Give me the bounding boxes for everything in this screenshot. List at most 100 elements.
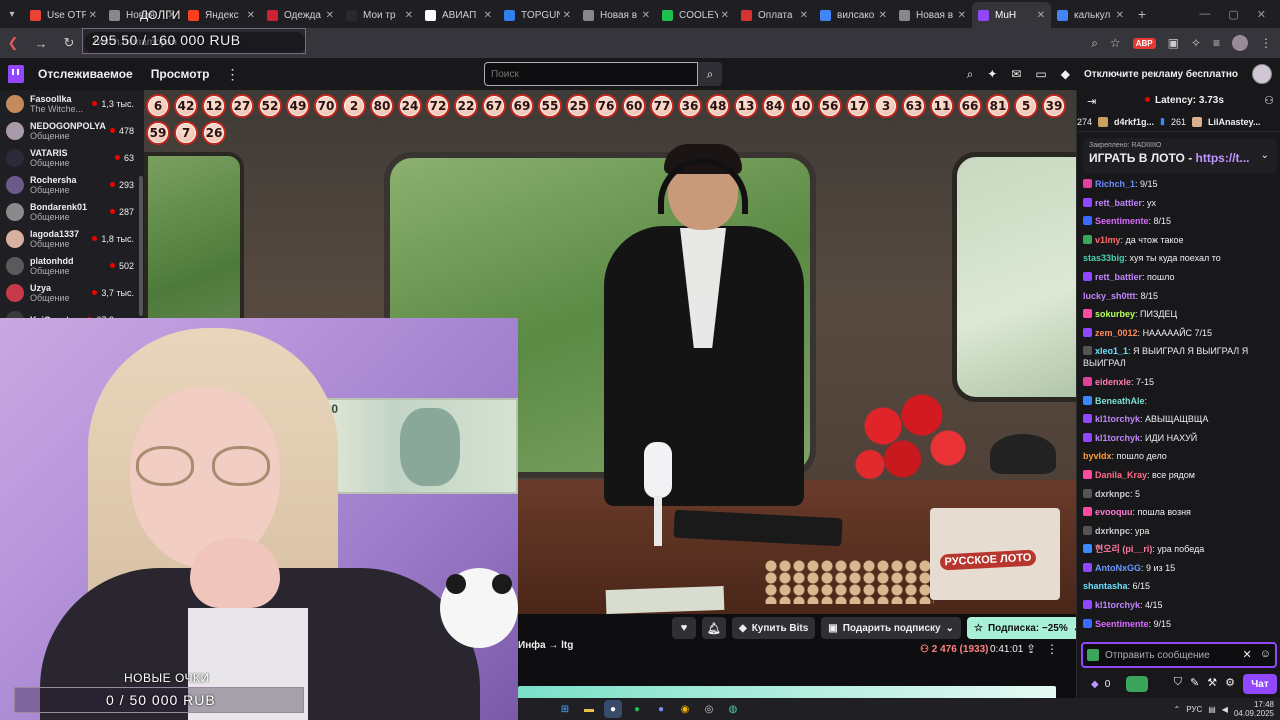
emote-off-icon[interactable]: ✕ — [1243, 648, 1252, 661]
lang-indicator[interactable]: РУС — [1186, 705, 1202, 714]
browser-tab[interactable]: вилсако ✕ — [814, 2, 893, 28]
close-tab-icon[interactable]: ✕ — [484, 10, 492, 21]
browser-tab[interactable]: Оплата ✕ — [735, 2, 814, 28]
twitch-logo-icon[interactable] — [8, 65, 24, 83]
chat-username[interactable]: Danila_Kray — [1095, 470, 1147, 480]
gear-icon[interactable]: ⚙ — [1225, 676, 1235, 689]
tab-search-icon[interactable]: ▾ — [0, 0, 24, 28]
chrome-icon[interactable]: ◉ — [676, 700, 694, 718]
chat-badge-icon[interactable] — [1083, 216, 1092, 226]
chat-badge-icon[interactable] — [1083, 525, 1092, 535]
browser-menu-icon[interactable]: ⋮ — [1260, 36, 1272, 50]
chat-message[interactable]: eidenxle: 7-15 — [1083, 376, 1277, 388]
sidebar-channel[interactable]: platonhdd Общение 502 — [0, 252, 144, 279]
chat-message[interactable]: AntoNxGG: 9 из 15 — [1083, 562, 1277, 574]
browser-tab[interactable]: калькул ✕ — [1051, 2, 1130, 28]
adblock-extension-icon[interactable]: ABP — [1132, 37, 1156, 49]
chat-badge-icon[interactable] — [1083, 600, 1092, 610]
chat-username[interactable]: byvldx — [1083, 451, 1112, 461]
chat-message[interactable]: Seentimente: 9/15 — [1083, 618, 1277, 630]
browser-tab[interactable]: Одежда ✕ — [261, 2, 340, 28]
chat-message[interactable]: Danila_Kray: все рядом — [1083, 469, 1277, 481]
close-tab-icon[interactable]: ✕ — [958, 10, 966, 21]
stream-title[interactable]: Инфа → ltg — [518, 640, 573, 651]
notifications-bell-icon[interactable]: 🔔︎ — [702, 617, 726, 639]
close-tab-icon[interactable]: ✕ — [879, 10, 887, 21]
browser-tab[interactable]: Новая в ✕ — [893, 2, 972, 28]
chat-input[interactable]: Отправить сообщение ✕ ☺ — [1081, 642, 1277, 668]
zoom-icon[interactable]: ⌕ — [1091, 36, 1098, 51]
browser-tab[interactable]: MuH ✕ — [972, 2, 1051, 28]
sidebar-channel[interactable]: NEDOGONPOLYA Общение 478 — [0, 117, 144, 144]
sidebar-channel[interactable]: VATARIS Общение 63 — [0, 144, 144, 171]
chat-badge-icon[interactable] — [1083, 376, 1092, 386]
gift-sub-button[interactable]: ▣ Подарить подписку ⌄ — [821, 617, 961, 639]
chat-badge-icon[interactable] — [1083, 395, 1092, 405]
chat-username[interactable]: kl1torchyk — [1095, 433, 1140, 443]
subscribe-button[interactable]: ☆Подписка: −25%⌄ — [966, 617, 1089, 639]
profile-avatar[interactable] — [1232, 35, 1248, 51]
file-explorer-icon[interactable]: ▬ — [580, 700, 598, 718]
chat-badge-icon[interactable] — [1083, 271, 1092, 281]
chat-badge-icon[interactable] — [1083, 327, 1092, 337]
close-tab-icon[interactable]: ✕ — [721, 10, 729, 21]
shield-icon[interactable]: ⛉ — [1174, 676, 1182, 689]
user-avatar[interactable] — [1252, 64, 1272, 84]
chat-username[interactable]: evooquu — [1095, 507, 1133, 517]
chat-message[interactable]: kl1torchyk: ИДИ НАХУЙ — [1083, 432, 1277, 444]
chat-badge-icon[interactable] — [1083, 469, 1092, 479]
pen-icon[interactable]: ✎ — [1190, 676, 1199, 689]
tray-chevron-icon[interactable]: ⌃ — [1174, 705, 1181, 714]
chat-badge-icon[interactable] — [1087, 649, 1099, 661]
chat-badge-icon[interactable] — [1083, 414, 1092, 424]
sidebar-channel[interactable]: Fasoollka The Witche... 1,3 тыс. — [0, 90, 144, 117]
chat-username[interactable]: lucky_sh0ttt — [1083, 291, 1136, 301]
chat-username[interactable]: eidenxle — [1095, 377, 1131, 387]
chat-username[interactable]: 현오리 (pi__ri) — [1095, 544, 1152, 554]
chat-badge-icon[interactable] — [1083, 346, 1092, 356]
browser-tab[interactable]: Новая в ✕ — [577, 2, 656, 28]
close-tab-icon[interactable]: ✕ — [89, 10, 97, 21]
browser-tab[interactable]: Яндекс ✕ — [182, 2, 261, 28]
whispers-icon[interactable]: ▭ — [1035, 67, 1046, 81]
nav-following[interactable]: Отслеживаемое — [38, 67, 133, 81]
chat-message[interactable]: dxrknpc: 5 — [1083, 488, 1277, 500]
chat-badge-icon[interactable] — [1083, 507, 1092, 517]
browser-tab[interactable]: АВИАП ✕ — [419, 2, 498, 28]
browser-tab[interactable]: COOLEY ✕ — [656, 2, 735, 28]
chat-message[interactable]: evooquu: пошла возня — [1083, 506, 1277, 518]
reading-list-icon[interactable]: ≡ — [1213, 36, 1220, 50]
chat-badge-icon[interactable] — [1083, 197, 1092, 207]
sidebar-channel[interactable]: Rochersha Общение 293 — [0, 171, 144, 198]
chat-send-button[interactable]: Чат — [1243, 674, 1277, 694]
discord-icon[interactable]: ● — [652, 700, 670, 718]
pinned-link[interactable]: https://t... — [1196, 151, 1250, 165]
close-tab-icon[interactable]: ✕ — [405, 10, 413, 21]
chat-message[interactable]: byvldx: пошло дело — [1083, 450, 1277, 462]
close-tab-icon[interactable]: ✕ — [326, 10, 334, 21]
chat-message[interactable]: lucky_sh0ttt: 8/15 — [1083, 290, 1277, 302]
minimize-icon[interactable]: — — [1199, 8, 1210, 20]
chat-message[interactable]: stas33big: хуя ты куда поехал то — [1083, 252, 1277, 264]
close-tab-icon[interactable]: ✕ — [563, 10, 571, 21]
wifi-icon[interactable]: ▤ — [1208, 705, 1216, 714]
search-icon[interactable]: ⌕ — [698, 62, 722, 86]
community-users-icon[interactable]: ⚇ — [1264, 94, 1274, 107]
chat-username[interactable]: Seentimente — [1095, 216, 1149, 226]
chat-message[interactable]: sokurbey: ПИЗДЕЦ — [1083, 308, 1277, 320]
more-menu-icon[interactable]: ⋮ — [226, 66, 240, 83]
chat-message[interactable]: dxrknpc: ура — [1083, 525, 1277, 537]
chat-message[interactable]: kl1torchyk: АВЫЩАЩВЩА — [1083, 413, 1277, 425]
chat-username[interactable]: kl1torchyk — [1095, 414, 1140, 424]
chat-username[interactable]: dxrknpc — [1095, 526, 1130, 536]
search-input[interactable] — [484, 62, 698, 86]
chat-username[interactable]: shantasha — [1083, 581, 1128, 591]
chat-message[interactable]: rett_battler: ух — [1083, 197, 1277, 209]
collapse-chat-icon[interactable]: ⇥ — [1087, 95, 1096, 108]
sidebar-scrollbar[interactable] — [139, 176, 143, 316]
chat-username[interactable]: Richch_1 — [1095, 179, 1135, 189]
nav-browse[interactable]: Просмотр — [151, 67, 210, 81]
tools-icon[interactable]: ⚒ — [1207, 676, 1217, 689]
bits-leaderboard[interactable]: 274 d4rkf1g... ▮ 261 LilAnastey... — [1077, 112, 1280, 132]
adfree-button[interactable]: Отключите рекламу бесплатно — [1084, 69, 1238, 80]
